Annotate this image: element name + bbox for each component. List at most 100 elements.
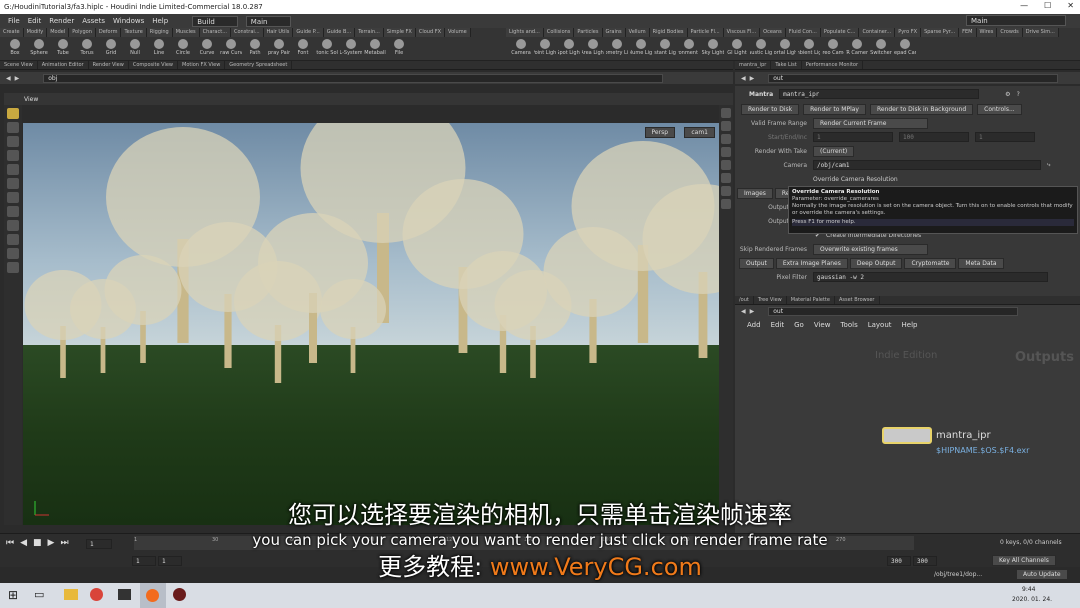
out-path-field[interactable]: out	[768, 73, 1059, 83]
shelf-tool[interactable]: Grid	[100, 39, 122, 56]
shelf-tab[interactable]: Vellum	[625, 28, 650, 37]
shelf-tool[interactable]: Draw Curve	[220, 39, 242, 56]
select-tool-icon[interactable]	[7, 108, 19, 119]
menu-edit[interactable]: Edit	[28, 17, 42, 25]
mantra-node[interactable]	[882, 427, 932, 444]
network-menu-item[interactable]: Add	[747, 321, 761, 329]
network-menu-item[interactable]: Tools	[840, 321, 857, 329]
network-path-field[interactable]: out	[768, 306, 1019, 316]
shelf-tool[interactable]: Gamepad Camera	[894, 39, 916, 56]
shelf-tool[interactable]: L-System	[340, 39, 362, 56]
shelf-tool[interactable]: VR Camera	[846, 39, 868, 56]
subtab-meta-data[interactable]: Meta Data	[958, 257, 1004, 269]
shelf-tab[interactable]: Fluid Con...	[785, 28, 821, 37]
menu-file[interactable]: File	[8, 17, 20, 25]
forward-icon[interactable]: ▶	[750, 75, 755, 82]
shelf-tool[interactable]: Box	[4, 39, 26, 56]
network-tab[interactable]: Asset Browser	[835, 296, 880, 304]
shelf-tool[interactable]: Point Light	[534, 39, 556, 56]
group-icon[interactable]	[7, 220, 19, 231]
3d-viewport[interactable]: Persp cam1	[23, 123, 719, 525]
maximize-icon[interactable]: ☐	[1044, 1, 1051, 10]
move-tool-icon[interactable]	[7, 122, 19, 133]
pane-tab[interactable]: Render View	[89, 61, 129, 69]
network-menu-item[interactable]: Layout	[868, 321, 892, 329]
app-icon[interactable]	[173, 588, 186, 601]
shelf-tab[interactable]: Cloud FX	[415, 28, 446, 37]
camera-view-icon[interactable]	[721, 160, 731, 170]
node-name-field[interactable]: mantra_ipr	[779, 89, 980, 99]
photos-icon[interactable]	[118, 589, 131, 600]
shelf-tab[interactable]: Rigging	[146, 28, 173, 37]
render-background-button[interactable]: Render to Disk in Background	[869, 103, 974, 115]
override-res-label[interactable]: Override Camera Resolution	[813, 176, 898, 183]
gear-icon[interactable]: ⚙	[1005, 91, 1010, 98]
subtab-extra-planes[interactable]: Extra Image Planes	[775, 257, 848, 269]
pane-tab[interactable]: Performance Monitor	[802, 61, 864, 69]
shelf-tool[interactable]: GI Light	[726, 39, 748, 56]
network-menu-item[interactable]: Go	[794, 321, 804, 329]
shelf-tool[interactable]: Ambient Light	[798, 39, 820, 56]
scale-tool-icon[interactable]	[7, 150, 19, 161]
shelf-tool[interactable]: Line	[148, 39, 170, 56]
build-desktop-select[interactable]: Build	[192, 15, 238, 27]
menu-assets[interactable]: Assets	[82, 17, 105, 25]
shelf-tab[interactable]: Simple FX	[383, 28, 416, 37]
pane-tab[interactable]: Animation Editor	[38, 61, 89, 69]
shelf-tool[interactable]: Caustic Light	[750, 39, 772, 56]
pane-tab[interactable]: Composite View	[129, 61, 178, 69]
shelf-tool[interactable]: Camera	[510, 39, 532, 56]
back-icon[interactable]: ◀	[741, 308, 746, 315]
pane-tab[interactable]: Geometry Spreadsheet	[225, 61, 293, 69]
pose-tool-icon[interactable]	[7, 178, 19, 189]
network-menu-item[interactable]: Help	[902, 321, 918, 329]
shading-icon[interactable]	[721, 134, 731, 144]
shelf-tab[interactable]: Lights and...	[506, 28, 544, 37]
shelf-tab[interactable]: Collisions	[543, 28, 575, 37]
menu-windows[interactable]: Windows	[113, 17, 144, 25]
shelf-tool[interactable]: Geometry Light	[606, 39, 628, 56]
shelf-tool[interactable]: Sky Light	[702, 39, 724, 56]
shelf-tab[interactable]: Populate C...	[820, 28, 860, 37]
menu-help[interactable]: Help	[152, 17, 168, 25]
shelf-tool[interactable]: Sphere	[28, 39, 50, 56]
render-to-mplay-button[interactable]: Render to MPlay	[803, 103, 866, 115]
shelf-tool[interactable]: Metaball	[364, 39, 386, 56]
shelf-tab[interactable]: Pyro FX	[895, 28, 922, 37]
shelf-tab[interactable]: Viscous Fl...	[723, 28, 761, 37]
shelf-tool[interactable]: Environment Light	[678, 39, 700, 56]
shelf-tab[interactable]: Modify	[23, 28, 48, 37]
shelf-tool[interactable]: Distant Light	[654, 39, 676, 56]
lock-camera-icon[interactable]	[721, 173, 731, 183]
forward-icon[interactable]: ▶	[750, 308, 755, 315]
close-icon[interactable]: ✕	[1067, 1, 1074, 10]
shelf-tab[interactable]: Charact...	[199, 28, 231, 37]
shelf-tab[interactable]: Drive Sim...	[1022, 28, 1059, 37]
chrome-icon[interactable]	[90, 588, 103, 601]
shelf-tab[interactable]: Rigid Bodies	[649, 28, 688, 37]
minimize-icon[interactable]: —	[1020, 1, 1028, 10]
shelf-tool[interactable]: File	[388, 39, 410, 56]
wireframe-icon[interactable]	[721, 186, 731, 196]
shelf-tool[interactable]: Curve	[196, 39, 218, 56]
forward-icon[interactable]: ▶	[15, 75, 20, 82]
render-region-icon[interactable]	[7, 262, 19, 273]
shelf-tool[interactable]: Null	[124, 39, 146, 56]
shelf-tool[interactable]: Spot Light	[558, 39, 580, 56]
houdini-icon[interactable]	[140, 583, 166, 608]
camera-field[interactable]: /obj/cam1	[813, 160, 1041, 170]
measure-icon[interactable]	[7, 248, 19, 259]
lighting-icon[interactable]	[721, 121, 731, 131]
shelf-tool[interactable]: Area Light	[582, 39, 604, 56]
end-field[interactable]: 100	[899, 132, 969, 142]
handle-tool-icon[interactable]	[7, 164, 19, 175]
inc-field[interactable]: 1	[975, 132, 1035, 142]
subtab-deep-output[interactable]: Deep Output	[849, 257, 903, 269]
main-right-desktop-select[interactable]: Main	[966, 15, 1066, 26]
shelf-tool[interactable]: Portal Light	[774, 39, 796, 56]
shelf-tab[interactable]: Guide B...	[323, 28, 356, 37]
shelf-tool[interactable]: Spray Paint	[268, 39, 290, 56]
point-display-icon[interactable]	[721, 199, 731, 209]
chooser-icon[interactable]: ⤷	[1047, 161, 1050, 169]
node-name[interactable]: mantra_ipr	[936, 430, 991, 441]
